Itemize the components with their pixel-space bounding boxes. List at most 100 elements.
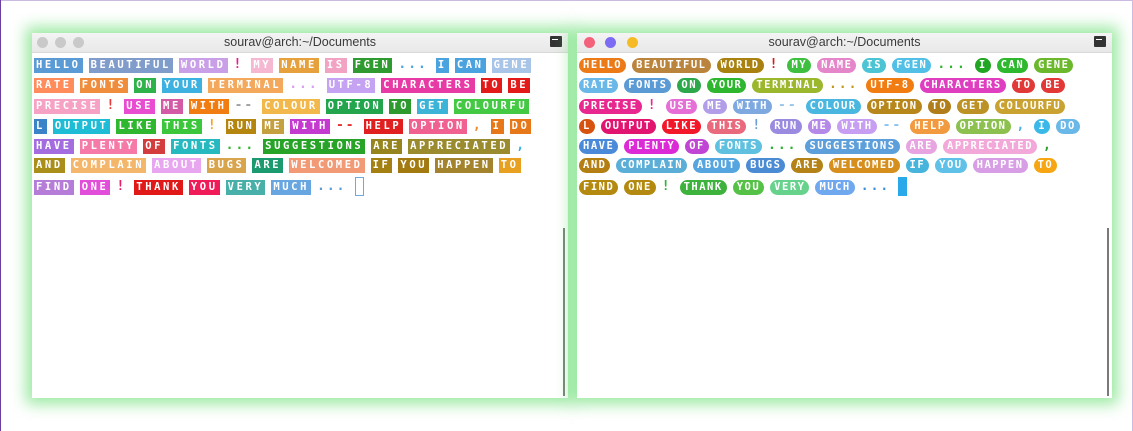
word-token: WITH: [732, 98, 773, 114]
text-cursor[interactable]: [898, 176, 908, 196]
word-token: TERMINAL: [752, 78, 823, 94]
word-token: WITH: [188, 98, 229, 114]
titlebar[interactable]: sourav@arch:~/Documents: [577, 33, 1112, 53]
punctuation-token: --: [234, 97, 255, 113]
word-token: GET: [957, 98, 989, 114]
punctuation-token: ...: [768, 138, 798, 154]
word-token: OPTION: [409, 118, 467, 134]
word-token: TO: [389, 98, 412, 114]
punctuation-token: --: [778, 97, 798, 113]
word-token: ME: [703, 98, 727, 114]
word-token: ABOUT: [693, 158, 741, 174]
word-token: PRECISE: [579, 98, 642, 114]
word-token: ABOUT: [152, 158, 201, 174]
word-token: FONTS: [171, 139, 220, 155]
output-line: L OUTPUT LIKE THIS! RUN ME WITH -- HELP OPTION, I D…: [579, 116, 1100, 136]
window-title: sourav@arch:~/Documents: [768, 35, 921, 49]
word-token: ME: [807, 118, 832, 134]
word-token: MUCH: [815, 179, 855, 195]
terminal-icon[interactable]: [1094, 36, 1106, 47]
word-token: I: [435, 58, 449, 73]
word-token: PLENTY: [79, 139, 138, 155]
word-token: OUTPUT: [600, 118, 656, 134]
word-token: ONE: [79, 179, 111, 195]
word-token: CHARACTERS: [919, 78, 1006, 94]
window-title: sourav@arch:~/Documents: [224, 35, 376, 49]
word-token: COLOURFU: [994, 98, 1066, 114]
word-token: BUGS: [206, 158, 247, 174]
word-token: IS: [862, 58, 887, 73]
word-token: LIKE: [661, 118, 702, 134]
word-token: THIS: [707, 118, 747, 134]
word-token: DO: [509, 118, 532, 134]
word-token: FGEN: [892, 58, 932, 73]
word-token: GET: [417, 98, 448, 114]
word-token: COLOURFU: [453, 98, 530, 114]
punctuation-token: --: [335, 117, 356, 133]
word-token: DO: [1056, 118, 1080, 134]
word-token: THIS: [162, 118, 202, 134]
word-token: ME: [161, 98, 183, 114]
desktop-edge-top: [0, 0, 1133, 1]
word-token: APPRECIATED: [943, 139, 1038, 155]
word-token: UTF-8: [866, 78, 914, 94]
terminal-output[interactable]: HELLO BEAUTIFUL WORLD! MY NAME IS FGEN... I CAN G…: [579, 55, 1100, 398]
terminal-output[interactable]: HELLO BEAUTIFUL WORLD! MY NAME IS FGEN... I CAN G…: [34, 55, 556, 398]
word-token: WELCOMED: [289, 158, 365, 174]
word-token: HELP: [363, 118, 404, 134]
punctuation-token: ...: [860, 178, 891, 194]
word-token: HAVE: [34, 139, 74, 155]
word-token: USE: [124, 98, 156, 114]
word-token: ARE: [252, 158, 284, 174]
scrollbar[interactable]: [563, 228, 565, 396]
word-token: WITH: [290, 118, 330, 134]
word-token: MUCH: [271, 179, 312, 195]
word-token: WORLD: [178, 58, 228, 73]
word-token: NAME: [279, 58, 319, 73]
punctuation-token: !: [106, 97, 117, 113]
output-line: HELLO BEAUTIFUL WORLD! MY NAME IS FGEN... I CAN G…: [34, 55, 556, 75]
word-token: OPTION: [955, 118, 1011, 134]
punctuation-token: !: [661, 178, 672, 194]
word-token: FIND: [579, 179, 619, 195]
word-token: ON: [134, 78, 157, 94]
word-token: TERMINAL: [207, 78, 284, 94]
scrollbar[interactable]: [1107, 228, 1109, 396]
titlebar[interactable]: sourav@arch:~/Documents: [32, 33, 568, 53]
output-line: HELLO BEAUTIFUL WORLD! MY NAME IS FGEN... I CAN G…: [579, 55, 1100, 75]
word-token: IF: [905, 158, 930, 174]
word-token: HELLO: [579, 58, 627, 73]
word-token: APPRECIATED: [408, 139, 511, 155]
word-token: GENE: [491, 58, 532, 73]
word-token: THANK: [679, 179, 727, 195]
output-line: AND COMPLAIN ABOUT BUGS ARE WELCOMED IF YOU HAPP…: [579, 156, 1100, 176]
output-line: HAVE PLENTY OF FONTS... SUGGESTIONS ARE APPREC…: [34, 136, 556, 156]
word-token: IS: [324, 58, 347, 73]
word-token: YOU: [732, 179, 765, 195]
output-line: AND COMPLAIN ABOUT BUGS ARE WELCOMED IF YOU HAPP…: [34, 156, 556, 176]
output-line: L OUTPUT LIKE THIS! RUN ME WITH -- HELP OPTION, I D…: [34, 116, 556, 136]
terminal-window-square[interactable]: sourav@arch:~/Documents HELLO BEAUTIFUL WO…: [32, 33, 568, 398]
word-token: I: [974, 58, 991, 73]
word-token: FONTS: [714, 139, 762, 155]
terminal-icon[interactable]: [550, 36, 562, 47]
word-token: VERY: [225, 179, 266, 195]
word-token: YOUR: [707, 78, 747, 94]
word-token: TO: [927, 98, 952, 114]
word-token: WELCOMED: [828, 158, 900, 174]
punctuation-token: !: [233, 57, 244, 72]
punctuation-token: !: [207, 117, 218, 133]
word-token: COMPLAIN: [70, 158, 147, 174]
word-token: BEAUTIFUL: [88, 58, 173, 73]
word-token: HAPPEN: [972, 158, 1028, 174]
word-token: RUN: [225, 118, 257, 134]
word-token: ARE: [371, 139, 403, 155]
punctuation-token: ...: [828, 77, 859, 93]
word-token: BEAUTIFUL: [632, 58, 711, 73]
text-cursor[interactable]: [354, 176, 364, 196]
word-token: GENE: [1034, 58, 1074, 73]
word-token: ONE: [624, 179, 656, 195]
terminal-window-round[interactable]: sourav@arch:~/Documents HELLO BEAUTIFUL WO…: [577, 33, 1112, 398]
punctuation-token: ...: [317, 178, 347, 194]
punctuation-token: ...: [398, 57, 428, 72]
